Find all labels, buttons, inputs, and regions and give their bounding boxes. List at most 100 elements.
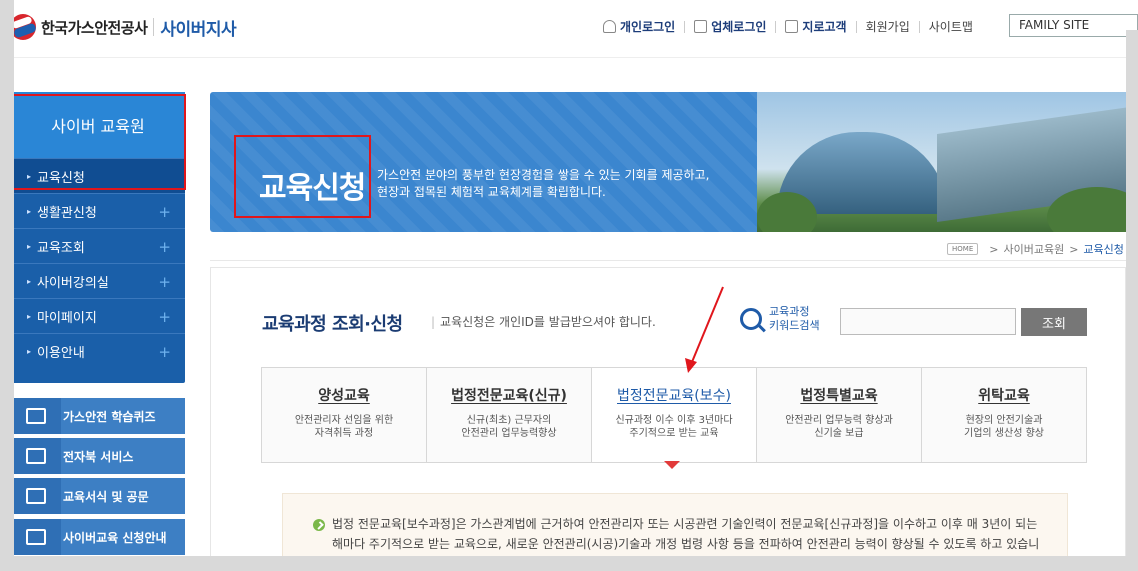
person-icon xyxy=(603,20,616,33)
sidebar-item-cyber-classroom[interactable]: ▸ 사이버강의실 + xyxy=(11,263,185,298)
active-tab-caret-icon xyxy=(664,461,680,469)
nav-divider xyxy=(775,20,777,33)
nav-label: 지로고객 xyxy=(802,20,847,34)
document-icon xyxy=(11,478,61,514)
tab-name[interactable]: 법정전문교육(보수) xyxy=(592,385,756,405)
divider xyxy=(210,260,1126,261)
briefcase-icon xyxy=(694,20,708,33)
tab-description: 안전관리 업무능력 향상과 신기술 보급 xyxy=(757,414,921,440)
family-site-select[interactable]: FAMILY SITE xyxy=(1009,14,1138,37)
tab-legal-new[interactable]: 법정전문교육(신규) 신규(최초) 근무자의 안전관리 업무능력향상 xyxy=(427,368,592,462)
nav-signup[interactable]: 회원가입 xyxy=(866,18,910,35)
sidebar-item-inquiry[interactable]: ▸ 교육조회 + xyxy=(11,228,185,263)
section-title: 교육과정 조회·신청 xyxy=(262,314,403,335)
banner-desc-line: 현장과 접목된 체험적 교육체계를 확립합니다. xyxy=(377,185,606,199)
sidebar-item-guide[interactable]: ▸ 이용안내 + xyxy=(11,333,185,368)
logo-subtitle: 사이버지사 xyxy=(160,19,237,40)
plus-icon[interactable]: + xyxy=(158,343,171,361)
breadcrumb-separator: > xyxy=(1069,242,1079,256)
sidebar-item-dormitory[interactable]: ▸ 생활관신청 + xyxy=(11,193,185,228)
breadcrumb: HOME > 사이버교육원 > 교육신청 xyxy=(947,241,1124,257)
annotation-box-title xyxy=(234,135,371,218)
keyword-search-input[interactable] xyxy=(840,308,1016,335)
plus-icon[interactable]: + xyxy=(158,273,171,291)
nav-label: 회원가입 xyxy=(865,20,910,34)
bullet-icon: ▸ xyxy=(27,311,32,321)
nav-personal-login[interactable]: 개인로그인 xyxy=(603,18,675,35)
tab-desc-line: 주기적으로 받는 교육 xyxy=(629,428,719,439)
tab-description: 신규(최초) 근무자의 안전관리 업무능력향상 xyxy=(427,414,591,440)
bullet-icon: ▸ xyxy=(27,276,32,286)
sidebar-item-label: 이용안내 xyxy=(37,345,85,361)
list-icon xyxy=(785,20,799,33)
tab-desc-line: 현장의 안전기술과 xyxy=(965,415,1043,426)
tab-commissioned[interactable]: 위탁교육 현장의 안전기술과 기업의 생산성 향상 xyxy=(922,368,1086,462)
guide-icon xyxy=(11,519,61,555)
bullet-icon: ▸ xyxy=(27,241,32,251)
tab-name[interactable]: 양성교육 xyxy=(262,385,426,405)
tab-desc-line: 안전관리 업무능력 향상과 xyxy=(785,415,893,426)
forms-button[interactable]: 교육서식 및 공문 xyxy=(11,478,185,514)
tab-desc-line: 안전관리 업무능력향상 xyxy=(461,428,557,439)
tab-legal-refresher[interactable]: 법정전문교육(보수) 신규과정 이수 이후 3년마다 주기적으로 받는 교육 xyxy=(592,368,757,462)
sidebar-item-mypage[interactable]: ▸ 마이페이지 + xyxy=(11,298,185,333)
tab-desc-line: 자격취득 과정 xyxy=(314,428,374,439)
button-label: 전자북 서비스 xyxy=(63,449,134,464)
button-label: 사이버교육 신청안내 xyxy=(63,530,167,545)
logo[interactable]: 한국가스안전공사 사이버지사 xyxy=(10,14,237,40)
sidebar-item-label: 생활관신청 xyxy=(37,205,97,221)
tab-desc-line: 신규(최초) 근무자의 xyxy=(466,415,552,426)
button-label: 교육서식 및 공문 xyxy=(63,489,149,504)
tab-name[interactable]: 법정전문교육(신규) xyxy=(427,385,591,405)
plus-icon[interactable]: + xyxy=(158,238,171,256)
tab-training[interactable]: 양성교육 안전관리자 선임을 위한 자격취득 과정 xyxy=(262,368,427,462)
nav-label: 업체로그인 xyxy=(711,20,767,34)
cyber-guide-button[interactable]: 사이버교육 신청안내 xyxy=(11,519,185,555)
nav-divider xyxy=(855,20,857,33)
button-label: 가스안전 학습퀴즈 xyxy=(63,409,156,424)
check-circle-icon xyxy=(313,519,325,531)
plus-icon[interactable]: + xyxy=(158,203,171,221)
window-edge-right xyxy=(1126,30,1138,571)
tab-description: 신규과정 이수 이후 3년마다 주기적으로 받는 교육 xyxy=(592,414,756,440)
section-note: 교육신청은 개인ID를 발급받으셔야 합니다. xyxy=(431,313,656,330)
search-button[interactable]: 조회 xyxy=(1021,308,1087,336)
nav-sitemap[interactable]: 사이트맵 xyxy=(929,18,973,35)
bullet-icon: ▸ xyxy=(27,206,32,216)
site-header: 한국가스안전공사 사이버지사 개인로그인 업체로그인 지로고객 회원가입 사이트… xyxy=(0,0,1138,58)
tab-desc-line: 신기술 보급 xyxy=(814,428,864,439)
nav-company-login[interactable]: 업체로그인 xyxy=(694,18,766,35)
nav-giro-customer[interactable]: 지로고객 xyxy=(785,18,847,35)
tab-desc-line: 기업의 생산성 향상 xyxy=(964,428,1044,439)
tab-name[interactable]: 위탁교육 xyxy=(922,385,1086,405)
keyword-label-line2: 키워드검색 xyxy=(769,319,820,332)
annotation-box-sidebar xyxy=(7,94,186,190)
tab-name[interactable]: 법정특별교육 xyxy=(757,385,921,405)
keyword-label-line1: 교육과정 xyxy=(769,305,810,318)
window-edge-left xyxy=(0,0,14,571)
tab-description: 안전관리자 선임을 위한 자격취득 과정 xyxy=(262,414,426,440)
course-tabs: 양성교육 안전관리자 선임을 위한 자격취득 과정 법정전문교육(신규) 신규(… xyxy=(261,367,1087,463)
tab-desc-line: 안전관리자 선임을 위한 xyxy=(294,415,394,426)
tab-legal-special[interactable]: 법정특별교육 안전관리 업무능력 향상과 신기술 보급 xyxy=(757,368,922,462)
search-icon xyxy=(740,308,762,330)
home-icon[interactable]: HOME xyxy=(947,243,979,255)
keyword-search-label: 교육과정 키워드검색 xyxy=(740,305,820,333)
banner-desc-line: 가스안전 분야의 풍부한 현장경험을 쌓을 수 있는 기회를 제공하고, xyxy=(377,168,710,182)
nav-divider xyxy=(684,20,686,33)
nav-divider xyxy=(918,20,920,33)
ebook-button[interactable]: 전자북 서비스 xyxy=(11,438,185,474)
top-nav: 개인로그인 업체로그인 지로고객 회원가입 사이트맵 xyxy=(603,18,973,35)
breadcrumb-current: 교육신청 xyxy=(1083,243,1124,256)
plus-icon[interactable]: + xyxy=(158,308,171,326)
breadcrumb-parent[interactable]: 사이버교육원 xyxy=(1003,241,1064,257)
tab-description: 현장의 안전기술과 기업의 생산성 향상 xyxy=(922,414,1086,440)
logo-divider xyxy=(153,18,155,36)
campus-photo xyxy=(757,92,1138,232)
breadcrumb-separator: > xyxy=(989,242,999,256)
nav-label: 사이트맵 xyxy=(928,20,973,34)
keyword-label: 교육과정 키워드검색 xyxy=(769,305,820,333)
tab-desc-line: 신규과정 이수 이후 3년마다 xyxy=(615,415,733,426)
quiz-button[interactable]: 가스안전 학습퀴즈 xyxy=(11,398,185,434)
sidebar-item-label: 교육조회 xyxy=(37,240,85,256)
